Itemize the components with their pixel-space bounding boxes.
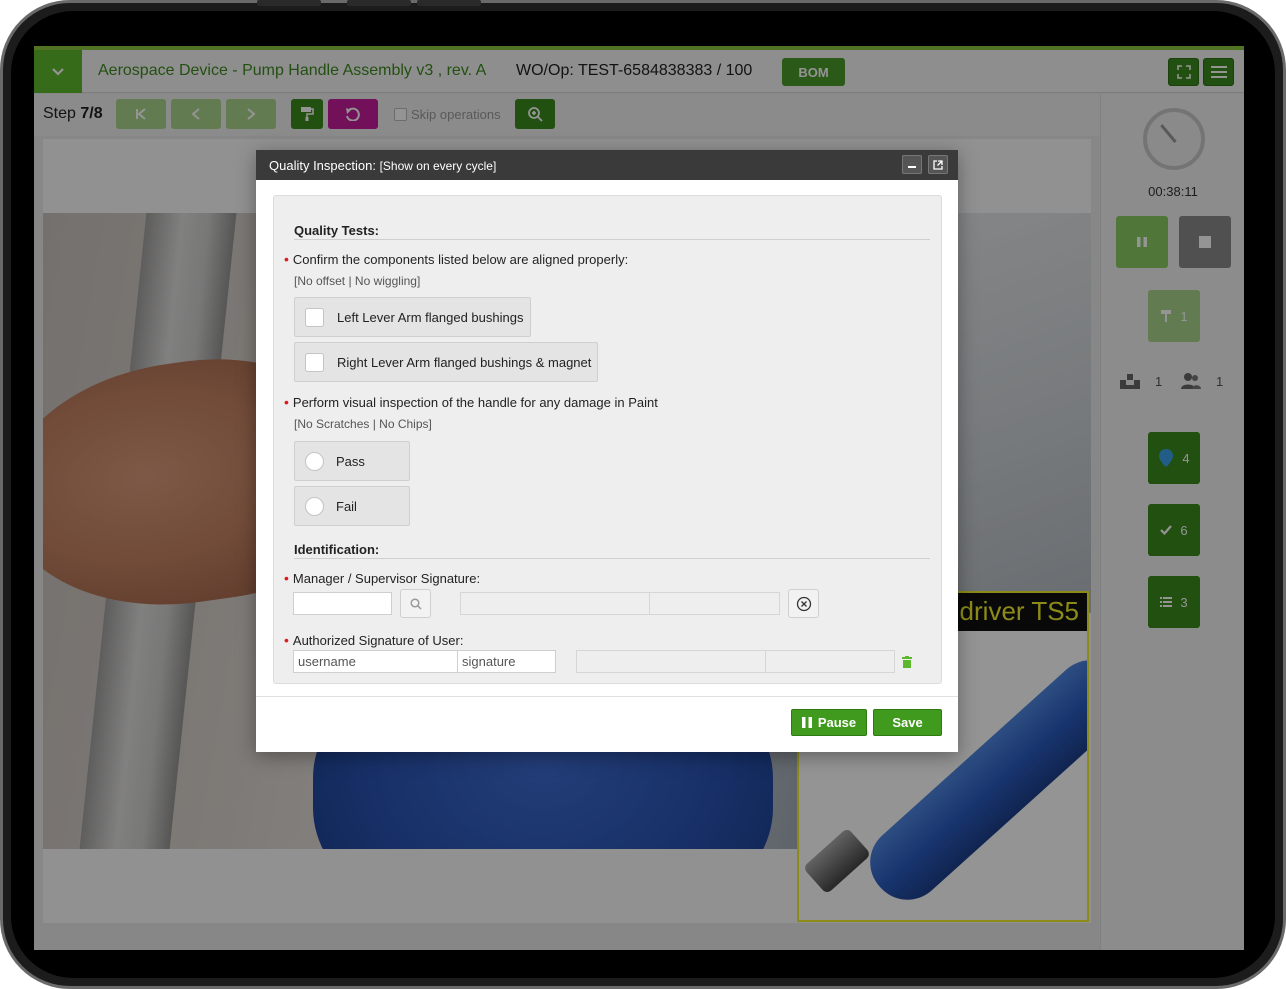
pass-radio[interactable] [305, 451, 324, 471]
left-lever-checkbox[interactable] [305, 307, 324, 327]
option-label: Left Lever Arm flanged bushings [337, 309, 524, 325]
required-indicator: • [284, 570, 289, 586]
user-name-readonly [576, 650, 766, 673]
save-button-label: Save [892, 715, 923, 730]
manager-search-button[interactable] [400, 589, 431, 618]
pause-button[interactable]: Pause [791, 709, 867, 736]
fail-radio[interactable] [305, 496, 324, 516]
clear-circle-icon [796, 596, 811, 611]
pass-radio-option[interactable]: Pass [294, 441, 410, 481]
quality-tests-heading: Quality Tests: [294, 223, 380, 238]
save-button[interactable]: Save [873, 709, 942, 736]
identification-heading: Identification: [294, 542, 380, 557]
fail-radio-option[interactable]: Fail [294, 486, 410, 526]
user-date-readonly [765, 650, 895, 673]
dialog-subtitle: [Show on every cycle] [379, 159, 497, 173]
hardware-button [347, 0, 411, 6]
dialog-title: Quality Inspection: [Show on every cycle… [269, 158, 496, 173]
required-indicator: • [284, 394, 289, 410]
left-lever-checkbox-option[interactable]: Left Lever Arm flanged bushings [294, 297, 531, 337]
user-signature-label: • Authorized Signature of User: [284, 632, 463, 648]
pause-icon [801, 717, 812, 728]
required-indicator: • [284, 251, 289, 267]
username-input[interactable]: username [293, 650, 458, 673]
option-label: Pass [336, 453, 365, 469]
external-window-icon [933, 159, 943, 170]
option-label: Right Lever Arm flanged bushings & magne… [337, 354, 592, 370]
manager-signature-input[interactable] [293, 592, 392, 615]
manager-signature-label: • Manager / Supervisor Signature: [284, 570, 480, 586]
required-indicator: • [284, 632, 289, 648]
alignment-question: • Confirm the components listed below are… [284, 251, 628, 267]
hardware-button [417, 0, 481, 6]
right-lever-checkbox[interactable] [305, 352, 324, 372]
signature-input[interactable]: signature [457, 650, 556, 673]
option-label: Fail [336, 498, 357, 514]
pause-button-label: Pause [817, 715, 857, 730]
clear-signature-button[interactable] [788, 589, 819, 618]
dialog-title-text: Quality Inspection: [269, 158, 376, 173]
dialog-footer-divider [256, 696, 958, 697]
dialog-header: Quality Inspection: [Show on every cycle… [256, 150, 958, 180]
section-divider [294, 558, 930, 559]
minimize-button[interactable] [902, 155, 922, 174]
right-lever-checkbox-option[interactable]: Right Lever Arm flanged bushings & magne… [294, 342, 598, 382]
paint-question-text: Perform visual inspection of the handle … [292, 395, 658, 410]
quality-inspection-dialog: Quality Inspection: [Show on every cycle… [256, 150, 958, 752]
paint-hint: [No Scratches | No Chips] [294, 417, 432, 431]
manager-name-readonly [460, 592, 650, 615]
section-divider [294, 239, 930, 240]
manager-signature-text: Manager / Supervisor Signature: [292, 571, 481, 586]
paint-question: • Perform visual inspection of the handle… [284, 394, 658, 410]
search-icon [409, 597, 422, 610]
hardware-button [257, 0, 321, 6]
alignment-question-text: Confirm the components listed below are … [292, 252, 629, 267]
user-signature-text: Authorized Signature of User: [292, 633, 464, 648]
trash-icon[interactable] [902, 656, 912, 668]
alignment-hint: [No offset | No wiggling] [294, 274, 421, 288]
manager-date-readonly [649, 592, 780, 615]
minimize-icon [908, 165, 916, 168]
popout-button[interactable] [928, 155, 948, 174]
inspection-form: Quality Tests: • Confirm the components l… [273, 195, 942, 684]
